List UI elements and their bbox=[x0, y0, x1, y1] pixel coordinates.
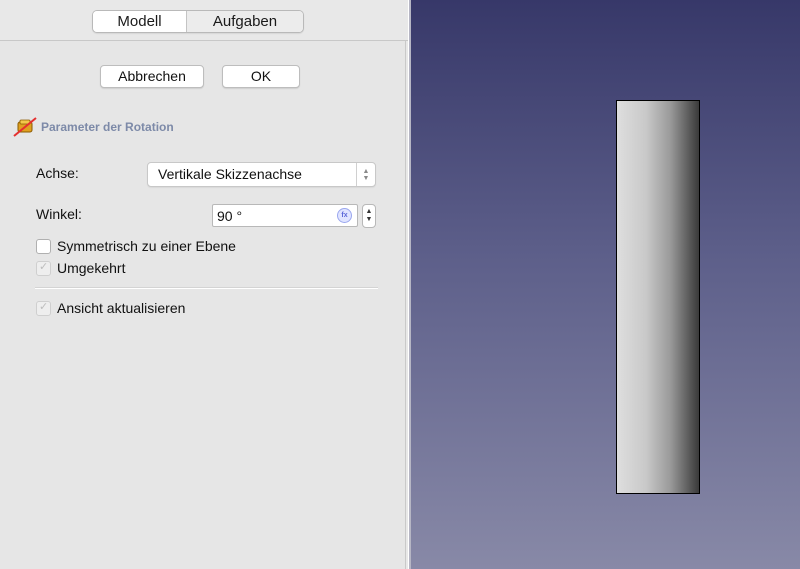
update-view-option: Ansicht aktualisieren bbox=[36, 299, 185, 317]
symmetric-label: Symmetrisch zu einer Ebene bbox=[57, 238, 236, 254]
angle-label: Winkel: bbox=[36, 206, 82, 222]
update-view-checkbox bbox=[36, 300, 51, 316]
symmetric-option[interactable]: Symmetrisch zu einer Ebene bbox=[36, 237, 236, 255]
revolution-icon bbox=[13, 117, 37, 137]
expression-icon[interactable]: fx bbox=[337, 208, 352, 223]
angle-value: 90 ° bbox=[217, 208, 243, 224]
angle-stepper[interactable]: ▲ ▼ bbox=[362, 204, 376, 228]
task-panel: Modell Aufgaben Abbrechen OK Parameter d… bbox=[0, 0, 408, 569]
tab-aufgaben[interactable]: Aufgaben bbox=[187, 11, 303, 32]
stepper-up-icon[interactable]: ▲ bbox=[366, 208, 373, 216]
stepper-down-icon[interactable]: ▼ bbox=[366, 216, 373, 224]
tab-switcher: Modell Aufgaben bbox=[92, 10, 304, 33]
tab-modell[interactable]: Modell bbox=[93, 11, 187, 32]
task-content: Abbrechen OK Parameter der Rotation Achs… bbox=[0, 41, 406, 569]
axis-select-value: Vertikale Skizzenachse bbox=[158, 166, 302, 182]
section-title: Parameter der Rotation bbox=[41, 120, 174, 134]
revolved-solid[interactable] bbox=[616, 100, 700, 494]
divider bbox=[35, 287, 378, 289]
3d-viewport[interactable] bbox=[409, 0, 800, 569]
axis-label: Achse: bbox=[36, 165, 79, 181]
update-view-label: Ansicht aktualisieren bbox=[57, 300, 186, 316]
reversed-option: Umgekehrt bbox=[36, 259, 125, 277]
cancel-button[interactable]: Abbrechen bbox=[100, 65, 204, 88]
select-arrows-icon: ▲ ▼ bbox=[356, 163, 375, 186]
section-header[interactable]: Parameter der Rotation bbox=[12, 116, 174, 138]
angle-input[interactable]: 90 ° fx bbox=[212, 204, 358, 227]
tab-bar: Modell Aufgaben bbox=[0, 0, 408, 41]
ok-button[interactable]: OK bbox=[222, 65, 300, 88]
reversed-checkbox bbox=[36, 260, 51, 276]
reversed-label: Umgekehrt bbox=[57, 260, 126, 276]
axis-select[interactable]: Vertikale Skizzenachse ▲ ▼ bbox=[147, 162, 376, 187]
symmetric-checkbox[interactable] bbox=[36, 238, 51, 254]
